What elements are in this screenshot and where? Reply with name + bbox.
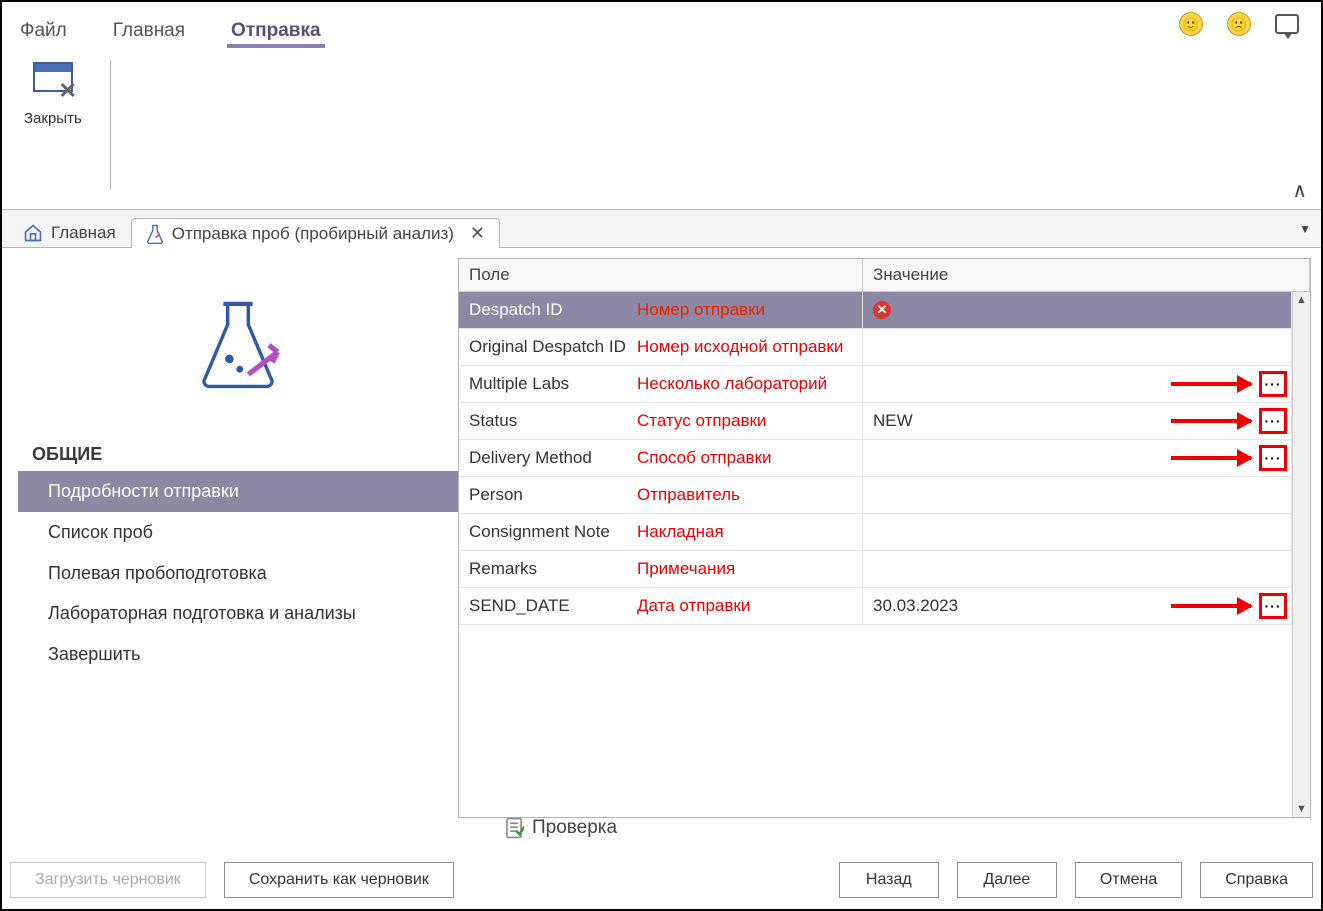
doc-tab-despatch-label: Отправка проб (пробирный анализ) <box>172 224 454 244</box>
load-draft-button: Загрузить черновик <box>10 862 206 898</box>
grid-row-multiple-labs[interactable]: Multiple Labs Несколько лабораторий ··· <box>459 366 1292 403</box>
check-link-label: Проверка <box>532 817 617 839</box>
ribbon-collapse-icon[interactable]: ∧ <box>1292 178 1307 203</box>
document-tab-bar: Главная Отправка проб (пробирный анализ)… <box>2 210 1321 248</box>
ribbon-right-icons: 🙂 🙁 <box>1179 12 1299 36</box>
field-annotation: Номер отправки <box>637 300 765 320</box>
grid-row-send-date[interactable]: SEND_DATE Дата отправки 30.03.2023 ··· <box>459 588 1292 625</box>
field-label: Status <box>469 411 517 431</box>
error-icon: ✕ <box>873 301 891 319</box>
field-annotation: Дата отправки <box>637 596 750 616</box>
doc-tab-despatch[interactable]: Отправка проб (пробирный анализ) ✕ <box>131 218 500 248</box>
ribbon-tab-file[interactable]: Файл <box>16 12 71 48</box>
leftnav-item-finish[interactable]: Завершить <box>18 634 458 675</box>
grid-row-status[interactable]: Status Статус отправки NEW ··· <box>459 403 1292 440</box>
doc-tab-home[interactable]: Главная <box>8 218 131 247</box>
smile-icon[interactable]: 🙂 <box>1179 12 1203 36</box>
next-button[interactable]: Далее <box>957 862 1057 898</box>
ellipsis-button[interactable]: ··· <box>1259 408 1287 434</box>
scroll-down-icon[interactable]: ▼ <box>1296 803 1307 815</box>
field-label: Despatch ID <box>469 300 563 320</box>
grid-row-consignment-note[interactable]: Consignment Note Накладная <box>459 514 1292 551</box>
field-value: 30.03.2023 <box>873 596 958 616</box>
help-button[interactable]: Справка <box>1200 862 1313 898</box>
grid-scrollbar[interactable]: ▲ ▼ <box>1292 292 1310 817</box>
field-label: Person <box>469 485 523 505</box>
arrow-annotation-icon <box>1171 604 1251 608</box>
home-icon <box>23 223 43 243</box>
frown-icon[interactable]: 🙁 <box>1227 12 1251 36</box>
leftnav-item-labprep[interactable]: Лабораторная подготовка и анализы <box>18 593 458 634</box>
check-link[interactable]: Проверка <box>494 809 627 847</box>
ellipsis-button[interactable]: ··· <box>1259 371 1287 397</box>
cancel-button[interactable]: Отмена <box>1075 862 1182 898</box>
leftnav-item-samples[interactable]: Список проб <box>18 512 458 553</box>
back-button[interactable]: Назад <box>839 862 939 898</box>
left-nav: ОБЩИЕ Подробности отправки Список проб П… <box>12 258 458 818</box>
arrow-annotation-icon <box>1171 456 1251 460</box>
doc-tabs-dropdown-icon[interactable]: ▼ <box>1299 222 1311 236</box>
ellipsis-button[interactable]: ··· <box>1259 593 1287 619</box>
flask-large-icon <box>195 298 281 398</box>
doc-tab-close-icon[interactable]: ✕ <box>470 223 485 244</box>
checklist-icon <box>504 817 524 839</box>
arrow-annotation-icon <box>1171 419 1251 423</box>
save-draft-button[interactable]: Сохранить как черновик <box>224 862 454 898</box>
field-annotation: Примечания <box>637 559 735 579</box>
field-label: Consignment Note <box>469 522 610 542</box>
leftnav-item-details[interactable]: Подробности отправки <box>18 471 458 512</box>
close-window-icon: ✕ <box>31 60 75 104</box>
property-grid: Поле Значение Despatch ID Номер отправки… <box>458 258 1311 818</box>
grid-header-value[interactable]: Значение <box>863 259 1310 291</box>
field-annotation: Несколько лабораторий <box>637 374 827 394</box>
leftnav-header: ОБЩИЕ <box>18 438 458 471</box>
workspace: ОБЩИЕ Подробности отправки Список проб П… <box>2 248 1321 828</box>
doc-tab-home-label: Главная <box>51 223 116 243</box>
field-label: Remarks <box>469 559 537 579</box>
comment-icon[interactable] <box>1275 14 1299 34</box>
field-annotation: Накладная <box>637 522 724 542</box>
grid-row-despatch-id[interactable]: Despatch ID Номер отправки ✕ <box>459 292 1292 329</box>
ribbon-tab-send[interactable]: Отправка <box>227 12 325 48</box>
ellipsis-button[interactable]: ··· <box>1259 445 1287 471</box>
grid-row-original-despatch-id[interactable]: Original Despatch ID Номер исходной отпр… <box>459 329 1292 366</box>
scroll-up-icon[interactable]: ▲ <box>1296 294 1307 306</box>
leftnav-item-fieldprep[interactable]: Полевая пробоподготовка <box>18 553 458 594</box>
grid-row-person[interactable]: Person Отправитель <box>459 477 1292 514</box>
field-label: SEND_DATE <box>469 596 570 616</box>
bottom-bar: Загрузить черновик Сохранить как чернови… <box>10 859 1313 901</box>
field-label: Multiple Labs <box>469 374 569 394</box>
field-annotation: Номер исходной отправки <box>637 337 843 357</box>
grid-body: Despatch ID Номер отправки ✕ Original De… <box>459 292 1292 817</box>
grid-header: Поле Значение <box>459 259 1310 292</box>
field-label: Delivery Method <box>469 448 592 468</box>
field-annotation: Способ отправки <box>637 448 772 468</box>
ribbon-tab-main[interactable]: Главная <box>109 12 189 48</box>
field-label: Original Despatch ID <box>469 337 626 357</box>
grid-row-remarks[interactable]: Remarks Примечания <box>459 551 1292 588</box>
field-annotation: Отправитель <box>637 485 740 505</box>
grid-header-field[interactable]: Поле <box>459 259 863 291</box>
flask-icon <box>146 224 164 244</box>
field-value: NEW <box>873 411 913 431</box>
ribbon-tabs: Файл Главная Отправка 🙂 🙁 <box>2 2 1321 48</box>
ribbon-separator <box>110 60 111 190</box>
close-button-label: Закрыть <box>24 110 82 127</box>
arrow-annotation-icon <box>1171 382 1251 386</box>
field-annotation: Статус отправки <box>637 411 766 431</box>
ribbon-content: ✕ Закрыть ∧ <box>2 48 1321 210</box>
close-button[interactable]: ✕ Закрыть <box>16 56 90 131</box>
grid-row-delivery-method[interactable]: Delivery Method Способ отправки ··· <box>459 440 1292 477</box>
